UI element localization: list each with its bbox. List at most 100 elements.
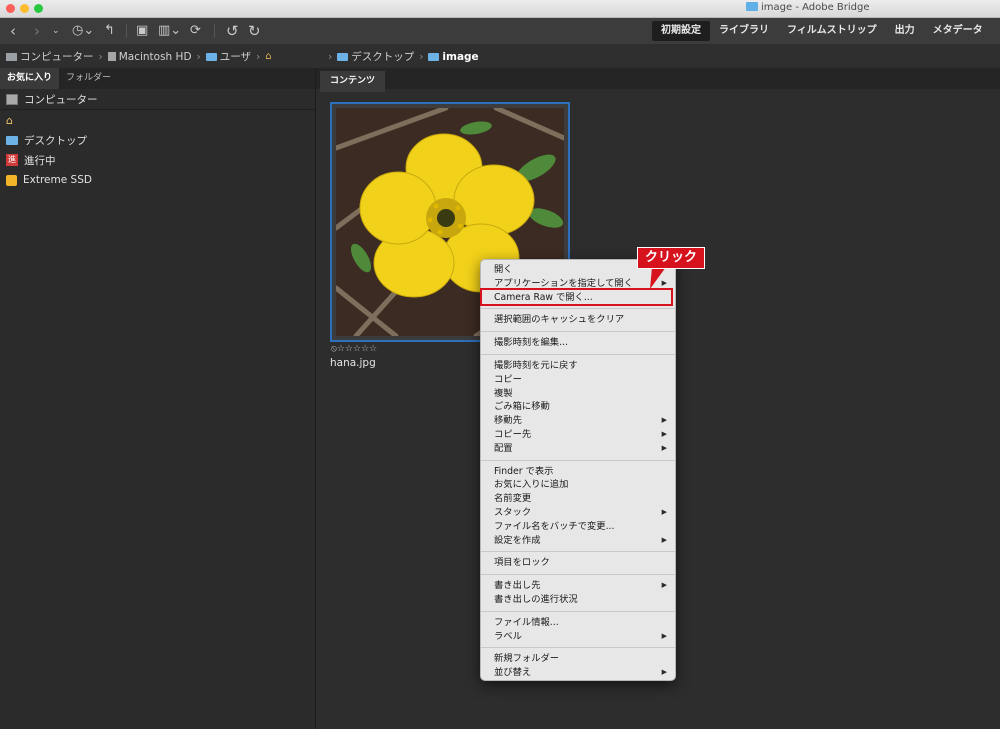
annotation-callout: クリック <box>637 247 705 269</box>
favorite-item-label: 進行中 <box>24 154 56 167</box>
workspace-tab-metadata[interactable]: メタデータ <box>924 21 992 41</box>
rating-stars[interactable]: ⦸☆☆☆☆☆ <box>331 344 377 354</box>
menu-item-label: 撮影時刻を編集... <box>494 337 568 349</box>
workspace-tab-default[interactable]: 初期設定 <box>652 21 710 41</box>
back-arrow-icon[interactable]: ‹ <box>10 21 16 41</box>
workspace-tab-filmstrip[interactable]: フィルムストリップ <box>778 21 886 41</box>
forward-arrow-icon[interactable]: › <box>34 21 40 41</box>
chevron-down-icon[interactable]: ⌄ <box>52 21 60 41</box>
path-bar: コンピューター › Macintosh HD › ユーザ › ⌂ › デスクトッ… <box>0 45 1000 67</box>
tab-favorites[interactable]: お気に入り <box>0 68 60 89</box>
home-icon[interactable]: ⌂ <box>265 51 271 62</box>
menu-separator <box>481 647 675 649</box>
favorite-item-label: デスクトップ <box>24 134 87 147</box>
menu-separator <box>481 551 675 553</box>
menu-item[interactable]: 新規フォルダー <box>481 652 675 666</box>
submenu-arrow-icon: ▶ <box>661 668 667 677</box>
menu-item[interactable]: 配置 ▶ <box>481 442 675 456</box>
menu-item[interactable]: ごみ箱に移動 <box>481 400 675 414</box>
annotation-highlight-box <box>480 288 673 306</box>
breadcrumb-separator: › <box>98 50 103 63</box>
favorite-item-home[interactable]: ⌂ <box>0 110 315 130</box>
progress-badge-icon: 進 <box>6 154 18 166</box>
favorite-item-ssd[interactable]: Extreme SSD <box>0 170 315 190</box>
thumbnail-filename: hana.jpg <box>330 357 376 369</box>
workspace-tab-output[interactable]: 出力 <box>886 21 924 41</box>
zoom-window-button[interactable] <box>34 4 43 13</box>
favorite-item-label: Extreme SSD <box>23 174 92 186</box>
folder-icon <box>6 135 18 145</box>
tab-folders[interactable]: フォルダー <box>59 68 118 89</box>
tab-content[interactable]: コンテンツ <box>320 71 386 92</box>
menu-item[interactable]: 並び替え ▶ <box>481 666 675 680</box>
breadcrumb-separator: › <box>328 50 333 63</box>
refine-icon[interactable]: ▥⌄ <box>158 21 181 41</box>
menu-item[interactable]: 撮影時刻を元に戻す <box>481 359 675 373</box>
menu-item-label: 新規フォルダー <box>494 653 560 665</box>
breadcrumb-desktop[interactable]: デスクトップ <box>351 49 414 64</box>
recent-history-icon[interactable]: ◷⌄ <box>72 21 94 41</box>
breadcrumb-separator: › <box>256 50 261 63</box>
context-menu: 開く アプリケーションを指定して開く ▶ Camera Raw で開く... 選択範囲の… <box>480 259 676 681</box>
menu-separator <box>481 353 675 355</box>
menu-item[interactable]: 名前変更 <box>481 492 675 506</box>
menu-item-label: 設定を作成 <box>494 534 541 546</box>
return-to-photoshop-icon[interactable]: ↰ <box>104 21 115 41</box>
menu-item[interactable]: お気に入りに追加 <box>481 478 675 492</box>
favorite-item-desktop[interactable]: デスクトップ <box>0 130 315 150</box>
close-window-button[interactable] <box>6 4 15 13</box>
submenu-arrow-icon: ▶ <box>661 631 667 640</box>
submenu-arrow-icon: ▶ <box>661 507 667 516</box>
menu-item[interactable]: コピー先 ▶ <box>481 428 675 442</box>
menu-item[interactable]: 書き出しの進行状況 <box>481 593 675 607</box>
menu-item[interactable]: 書き出し先 ▶ <box>481 579 675 593</box>
breadcrumb-macintosh-hd[interactable]: Macintosh HD <box>119 51 192 63</box>
menu-item[interactable]: 撮影時刻を編集... <box>481 336 675 350</box>
rotate-left-icon[interactable]: ↺ <box>226 21 239 41</box>
menu-item[interactable]: ラベル ▶ <box>481 630 675 644</box>
menu-item[interactable]: スタック ▶ <box>481 506 675 520</box>
menu-item[interactable]: 複製 <box>481 387 675 401</box>
menu-item-label: 書き出し先 <box>494 580 541 592</box>
breadcrumb-right: › デスクトップ › image <box>328 49 479 64</box>
menu-item-label: 撮影時刻を元に戻す <box>494 359 578 371</box>
workspace-tabs: 初期設定 ライブラリ フィルムストリップ 出力 メタデータ キー <box>652 21 1000 41</box>
menu-item-label: ファイル名をバッチで変更... <box>494 520 615 532</box>
rotate-sync-icon[interactable]: ⟳ <box>190 21 201 41</box>
menu-item-label: 複製 <box>494 387 513 399</box>
breadcrumb-computer[interactable]: コンピューター <box>20 49 94 64</box>
favorite-item-computer[interactable]: コンピューター <box>0 89 315 110</box>
menu-separator <box>481 459 675 461</box>
workspace-tab-library[interactable]: ライブラリ <box>710 21 778 41</box>
menu-item-label: 配置 <box>494 442 513 454</box>
favorites-panel: お気に入り フォルダー コンピューター ⌂ デスクトップ 進 進行中 Extre… <box>0 68 316 729</box>
menu-item-label: コピー先 <box>494 428 532 440</box>
menu-item[interactable]: 設定を作成 ▶ <box>481 534 675 548</box>
menu-item-label: スタック <box>494 506 532 518</box>
folder-icon <box>428 52 440 61</box>
menu-item[interactable]: 選択範囲のキャッシュをクリア <box>481 313 675 327</box>
favorite-item-progress[interactable]: 進 進行中 <box>0 150 315 170</box>
workspace-tab-keywords[interactable]: キー <box>992 21 1000 41</box>
menu-item-label: お気に入りに追加 <box>494 479 569 491</box>
breadcrumb-users[interactable]: ユーザ <box>220 49 251 64</box>
breadcrumb-image[interactable]: image <box>442 51 478 63</box>
minimize-window-button[interactable] <box>20 4 29 13</box>
toolbar-divider <box>214 24 215 38</box>
menu-item-label: ごみ箱に移動 <box>494 401 550 413</box>
breadcrumb-separator: › <box>196 50 201 63</box>
rotate-right-icon[interactable]: ↻ <box>248 21 261 41</box>
menu-item[interactable]: ファイル名をバッチで変更... <box>481 520 675 534</box>
menu-item[interactable]: Finder で表示 <box>481 465 675 479</box>
left-panel-tabs: お気に入り フォルダー <box>0 68 315 89</box>
window-titlebar: image - Adobe Bridge <box>0 0 1000 18</box>
breadcrumb-separator: › <box>419 50 424 63</box>
menu-item[interactable]: 移動先 ▶ <box>481 414 675 428</box>
get-photos-camera-icon[interactable]: ▣ <box>136 21 148 41</box>
submenu-arrow-icon: ▶ <box>661 416 667 425</box>
menu-item-label: 開く <box>494 264 513 275</box>
menu-item[interactable]: コピー <box>481 373 675 387</box>
menu-item[interactable]: ファイル情報... <box>481 616 675 630</box>
menu-item[interactable]: 項目をロック <box>481 556 675 570</box>
content-tabbar: コンテンツ <box>316 68 1000 92</box>
